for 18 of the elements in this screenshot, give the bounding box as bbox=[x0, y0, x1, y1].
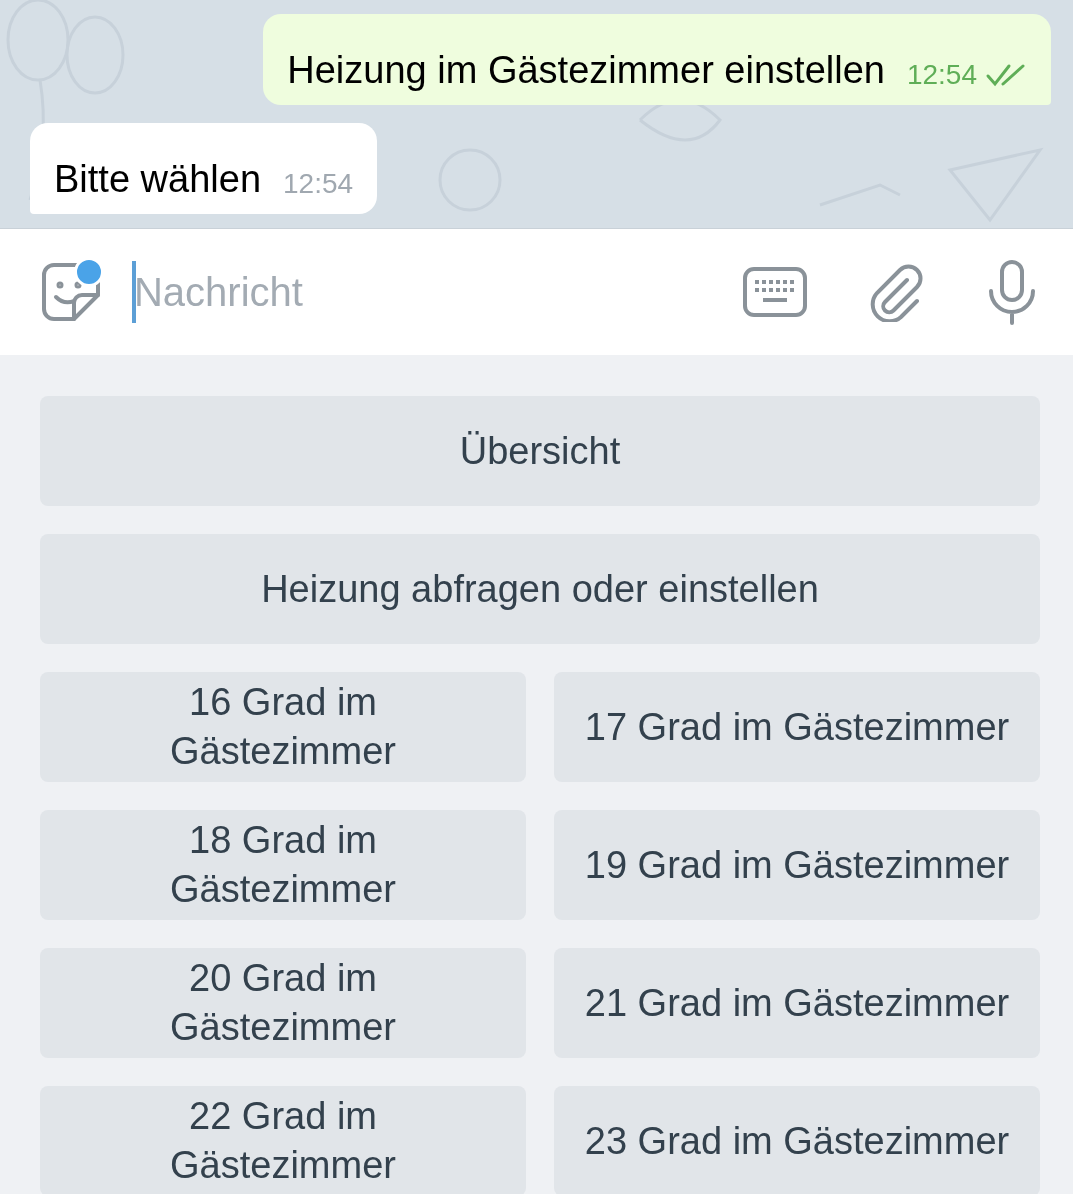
message-time: 12:54 bbox=[283, 168, 354, 200]
keyboard-button[interactable]: 18 Grad im Gästezimmer bbox=[40, 810, 526, 920]
message-text: Heizung im Gästezimmer einstellen bbox=[287, 48, 885, 93]
keyboard-button[interactable]: 20 Grad im Gästezimmer bbox=[40, 948, 526, 1058]
message-text: Bitte wählen bbox=[54, 157, 261, 202]
keyboard-button[interactable]: Heizung abfragen oder einstellen bbox=[40, 534, 1040, 644]
keyboard-button[interactable]: 23 Grad im Gästezimmer bbox=[554, 1086, 1040, 1194]
message-input-field[interactable]: Nachricht bbox=[134, 269, 713, 315]
keyboard-button[interactable]: 17 Grad im Gästezimmer bbox=[554, 672, 1040, 782]
keyboard-button[interactable]: 21 Grad im Gästezimmer bbox=[554, 948, 1040, 1058]
attachment-icon[interactable] bbox=[869, 262, 925, 322]
keyboard-button[interactable]: 19 Grad im Gästezimmer bbox=[554, 810, 1040, 920]
keyboard-icon[interactable] bbox=[743, 267, 807, 317]
microphone-icon[interactable] bbox=[987, 259, 1037, 325]
message-time: 12:54 bbox=[906, 59, 977, 91]
keyboard-button[interactable]: 16 Grad im Gästezimmer bbox=[40, 672, 526, 782]
keyboard-button[interactable]: Übersicht bbox=[40, 396, 1040, 506]
keyboard-button[interactable]: 22 Grad im Gästezimmer bbox=[40, 1086, 526, 1194]
